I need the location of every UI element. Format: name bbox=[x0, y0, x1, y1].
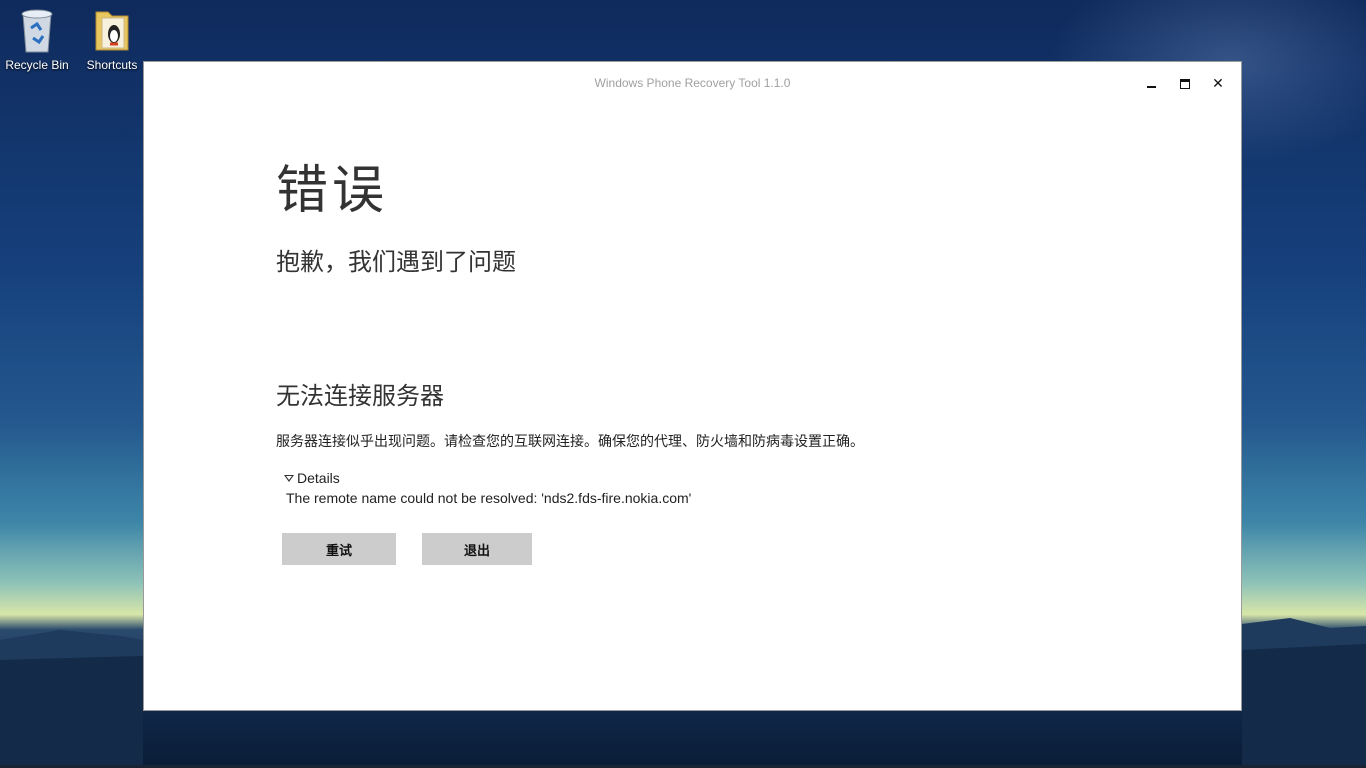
minimize-button[interactable] bbox=[1134, 72, 1168, 96]
desktop-icon-shortcuts[interactable]: Shortcuts bbox=[77, 4, 147, 72]
retry-button[interactable]: 重试 bbox=[282, 533, 396, 565]
maximize-button[interactable] bbox=[1168, 72, 1202, 96]
exit-button[interactable]: 退出 bbox=[422, 533, 532, 565]
page-title: 错误 bbox=[276, 161, 389, 221]
title-bar[interactable]: Windows Phone Recovery Tool 1.1.0 ✕ bbox=[144, 62, 1241, 104]
desktop-icon-label: Shortcuts bbox=[86, 58, 138, 72]
triangle-down-icon bbox=[284, 474, 294, 482]
desktop-icon-label: Recycle Bin bbox=[5, 58, 69, 72]
folder-icon bbox=[95, 11, 129, 51]
error-heading: 无法连接服务器 bbox=[276, 382, 444, 410]
error-description: 服务器连接似乎出现问题。请检查您的互联网连接。确保您的代理、防火墙和防病毒设置正… bbox=[276, 434, 864, 450]
window-title: Windows Phone Recovery Tool 1.1.0 bbox=[594, 76, 791, 90]
desktop-icon-recycle-bin[interactable]: Recycle Bin bbox=[2, 4, 72, 72]
details-text: The remote name could not be resolved: '… bbox=[286, 490, 692, 506]
minimize-icon bbox=[1146, 86, 1156, 88]
close-button[interactable]: ✕ bbox=[1201, 72, 1235, 96]
maximize-icon bbox=[1180, 79, 1190, 89]
close-icon: ✕ bbox=[1212, 76, 1224, 92]
details-label: Details bbox=[297, 470, 340, 486]
recovery-tool-window: Windows Phone Recovery Tool 1.1.0 ✕ 错误 抱… bbox=[143, 61, 1242, 711]
page-subtitle: 抱歉，我们遇到了问题 bbox=[276, 248, 516, 276]
details-expander[interactable]: Details bbox=[284, 470, 340, 486]
recycle-bin-icon bbox=[21, 9, 53, 53]
